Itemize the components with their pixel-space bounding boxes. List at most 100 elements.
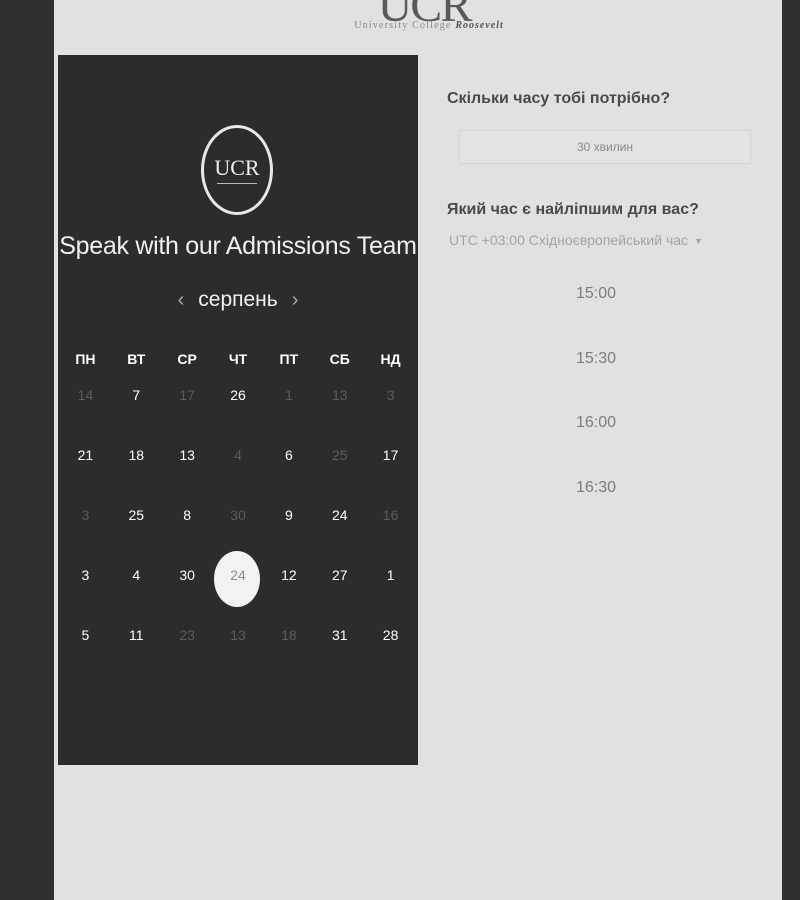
time-slot-button[interactable]: 16:00: [447, 414, 745, 432]
weekday-wed: СР: [177, 351, 197, 367]
calendar-day[interactable]: 21: [60, 431, 111, 475]
calendar-day-number: 30: [230, 507, 246, 523]
calendar-week-row: 3 4 30 24 12 27 1: [60, 551, 416, 611]
calendar-day: 14: [60, 371, 111, 415]
calendar-day-number: 31: [331, 627, 348, 643]
calendar-day[interactable]: 5: [60, 611, 111, 655]
calendar-day[interactable]: 4: [111, 551, 162, 595]
weekday-tue: ВТ: [127, 351, 146, 367]
calendar-day[interactable]: 31: [314, 611, 365, 655]
calendar-day: 3: [60, 491, 111, 535]
calendar-day: 23: [162, 611, 213, 655]
calendar-day: 1: [263, 371, 314, 415]
calendar-day-number: 25: [331, 447, 348, 463]
next-month-icon[interactable]: ›: [292, 289, 299, 312]
calendar-day[interactable]: 12: [263, 551, 314, 595]
duration-select[interactable]: 30 хвилин: [459, 130, 751, 164]
weekday-sun: НД: [380, 351, 401, 367]
calendar-week-row: 5 11 23 13 18 31 28: [60, 611, 416, 671]
time-question: Який час є найліпшим для вас?: [447, 201, 699, 218]
calendar-day-number: 21: [77, 447, 94, 463]
duration-question: Скільки часу тобі потрібно?: [447, 90, 671, 107]
calendar-day-number: 4: [234, 447, 242, 463]
calendar-day[interactable]: 7: [111, 371, 162, 415]
calendar-day: 3: [365, 371, 416, 415]
calendar-day[interactable]: 24: [314, 491, 365, 535]
calendar-day-number: 1: [386, 567, 395, 583]
time-slot-button[interactable]: 15:30: [447, 350, 745, 368]
calendar-day[interactable]: 1: [365, 551, 416, 595]
calendar-day-number: 3: [386, 387, 395, 403]
month-navigator: ‹ серпень ›: [58, 285, 418, 315]
calendar-day: 13: [213, 611, 264, 655]
calendar-day-number: 1: [284, 387, 293, 403]
calendar-day-number: 24: [230, 567, 246, 583]
calendar-day: 17: [162, 371, 213, 415]
calendar-day: 25: [314, 431, 365, 475]
weekday-thu: ЧТ: [228, 351, 248, 367]
calendar-day-number: 13: [331, 387, 348, 403]
calendar-day[interactable]: 9: [263, 491, 314, 535]
calendar-panel: UCR Speak with our Admissions Team ‹ сер…: [58, 55, 418, 765]
calendar-day-number: 28: [382, 627, 399, 643]
month-label: серпень: [198, 288, 278, 311]
calendar-week-row: 21 18 13 4 6 25 17: [60, 431, 416, 491]
calendar-day: 18: [263, 611, 314, 655]
panel-title: Speak with our Admissions Team: [59, 232, 417, 260]
calendar-day[interactable]: 28: [365, 611, 416, 655]
calendar-day[interactable]: 6: [263, 431, 314, 475]
calendar-day-number: 24: [331, 507, 348, 523]
calendar-day[interactable]: 26: [213, 371, 264, 415]
calendar-day[interactable]: 30: [162, 551, 213, 595]
weekday-header: ПН ВТ СР ЧТ ПТ СБ НД: [60, 347, 416, 371]
timezone-select[interactable]: UTC +03:00 Східноєвропейський час ▼: [449, 232, 703, 248]
time-slot-button[interactable]: 15:00: [447, 285, 745, 303]
calendar-day[interactable]: 27: [314, 551, 365, 595]
calendar-day-number: 26: [230, 387, 246, 403]
calendar-day[interactable]: 18: [111, 431, 162, 475]
calendar-day-number: 3: [81, 567, 90, 583]
calendar-day[interactable]: 17: [365, 431, 416, 475]
calendar-day: 13: [314, 371, 365, 415]
calendar-day-number: 16: [382, 507, 399, 523]
calendar-day-number: 4: [132, 567, 141, 583]
weekday-sat: СБ: [329, 351, 350, 367]
calendar-day-number: 6: [284, 447, 293, 463]
calendar-week-row: 3 25 8 30 9 24 16: [60, 491, 416, 551]
booking-options: Скільки часу тобі потрібно? 30 хвилин Як…: [447, 90, 757, 496]
calendar-day[interactable]: 13: [162, 431, 213, 475]
university-logo: UCR University College Roosevelt: [334, 0, 514, 36]
calendar-day-number: 5: [81, 627, 90, 643]
calendar-day-number: 18: [128, 447, 145, 463]
calendar-day-number: 8: [183, 507, 192, 523]
calendar-day-number: 9: [284, 507, 293, 523]
calendar-day-selected[interactable]: 24: [213, 551, 264, 607]
logo-subtitle: University College Roosevelt: [354, 20, 504, 31]
calendar-day: 30: [213, 491, 264, 535]
weekday-mon: ПН: [75, 351, 96, 367]
calendar-day-number: 18: [281, 627, 297, 643]
calendar-day[interactable]: 8: [162, 491, 213, 535]
calendar-days: 14 7 17 26 1 13 3 21 18 13 4 6 25 17 3 25 8 30 9 24 16 3 4 30 24…: [60, 371, 416, 671]
calendar-day-number: 11: [129, 627, 144, 643]
calendar-day-number: 3: [81, 507, 90, 523]
calendar-day[interactable]: 3: [60, 551, 111, 595]
time-slot-button[interactable]: 16:30: [447, 479, 745, 497]
calendar-day-number: 13: [179, 447, 195, 463]
timezone-label: UTC +03:00 Східноєвропейський час: [449, 232, 689, 248]
chevron-down-icon: ▼: [694, 236, 703, 247]
calendar-week-row: 14 7 17 26 1 13 3: [60, 371, 416, 431]
calendar-day-number: 7: [132, 387, 141, 403]
calendar-day-number: 30: [179, 567, 195, 583]
calendar-day-number: 17: [382, 447, 399, 463]
calendar-day-number: 17: [179, 387, 195, 403]
calendar-day-number: 25: [128, 507, 145, 523]
calendar-day-number: 14: [77, 387, 94, 403]
calendar-day-number: 27: [331, 567, 348, 583]
prev-month-icon[interactable]: ‹: [178, 289, 185, 312]
calendar-day-number: 23: [179, 627, 195, 643]
calendar-grid: ПН ВТ СР ЧТ ПТ СБ НД 14 7 17 26 1 13 3 21 18 13 4 6…: [60, 347, 416, 671]
calendar-day[interactable]: 11: [111, 611, 162, 655]
calendar-day-number: 12: [281, 567, 297, 583]
calendar-day[interactable]: 25: [111, 491, 162, 535]
